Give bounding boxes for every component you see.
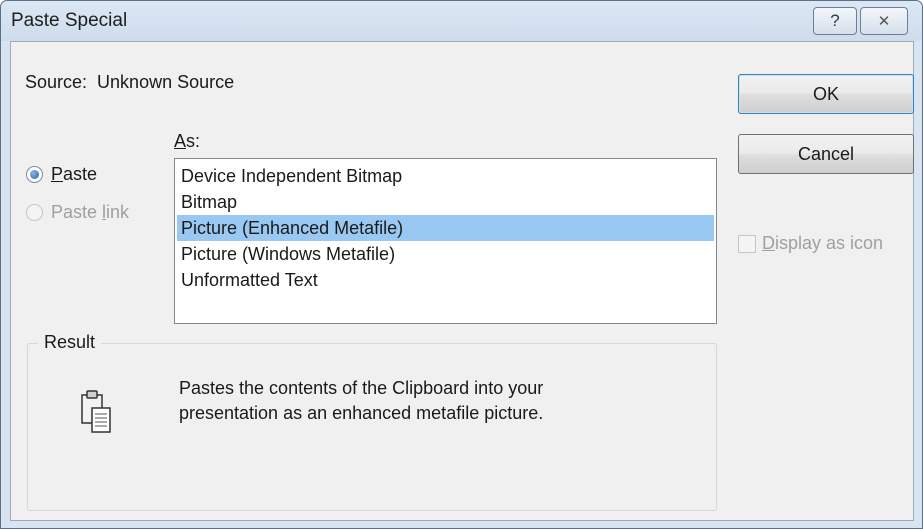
paste-radio-label: Paste bbox=[51, 164, 98, 184]
list-item[interactable]: Picture (Enhanced Metafile) bbox=[177, 215, 714, 241]
list-item[interactable]: Picture (Windows Metafile) bbox=[177, 241, 714, 267]
paste-special-dialog: Paste Special ? ✕ Source: Unknown Source … bbox=[0, 0, 923, 529]
checkbox-icon bbox=[738, 234, 756, 253]
result-group: Result Pastes the contents of the Clipbo… bbox=[27, 332, 717, 511]
result-line-1: Pastes the contents of the Clipboard int… bbox=[179, 378, 544, 398]
display-as-icon-checkbox[interactable]: Display as icon bbox=[738, 233, 883, 254]
radio-checked-icon bbox=[26, 166, 43, 183]
ok-button[interactable]: OK bbox=[738, 74, 914, 114]
close-button[interactable]: ✕ bbox=[860, 7, 908, 35]
list-item[interactable]: Device Independent Bitmap bbox=[177, 163, 714, 189]
result-label: Result bbox=[38, 332, 102, 353]
help-button[interactable]: ? bbox=[813, 7, 857, 35]
radio-unchecked-icon bbox=[26, 204, 43, 221]
paste-radio[interactable]: Paste bbox=[26, 164, 97, 185]
source-value: Unknown Source bbox=[97, 72, 235, 92]
as-listbox[interactable]: Device Independent Bitmap Bitmap Picture… bbox=[174, 158, 717, 324]
title-bar: Paste Special ? ✕ bbox=[1, 1, 922, 41]
window-title: Paste Special bbox=[11, 10, 128, 31]
list-item[interactable]: Bitmap bbox=[177, 189, 714, 215]
dialog-body: Source: Unknown Source As: Paste Paste li… bbox=[10, 41, 914, 521]
source-label: Source: bbox=[25, 72, 88, 92]
as-label: As: bbox=[174, 131, 201, 151]
paste-link-radio-label: Paste link bbox=[51, 202, 130, 222]
paste-link-radio[interactable]: Paste link bbox=[26, 202, 129, 223]
cancel-button[interactable]: Cancel bbox=[738, 134, 914, 174]
result-line-2: presentation as an enhanced metafile pic… bbox=[179, 403, 544, 423]
result-description: Pastes the contents of the Clipboard int… bbox=[179, 376, 679, 426]
clipboard-paste-icon bbox=[81, 390, 111, 433]
source-row: Source: Unknown Source bbox=[25, 72, 244, 93]
display-as-icon-label: Display as icon bbox=[762, 233, 884, 253]
list-item[interactable]: Unformatted Text bbox=[177, 267, 714, 293]
